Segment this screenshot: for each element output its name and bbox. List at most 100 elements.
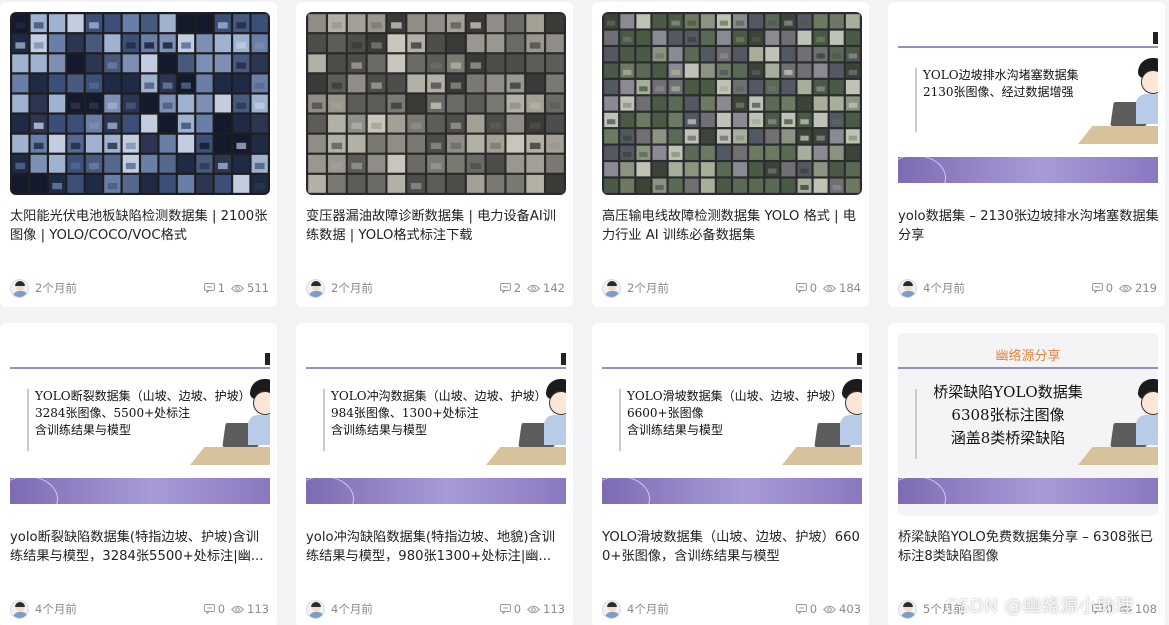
desk-illustration	[190, 447, 270, 465]
mosaic-tile-detail	[218, 162, 228, 170]
view-count: 184	[823, 281, 861, 295]
card-title[interactable]: 高压输电线故障检测数据集 YOLO 格式 | 电力行业 AI 训练必备数据集	[602, 207, 864, 245]
article-card[interactable]: YOLO滑坡数据集（山坡、边坡、护坡） 6600+张图像 含训练结果与模型 YO…	[592, 323, 869, 625]
mosaic-tile	[716, 162, 731, 177]
author-avatar[interactable]	[306, 278, 325, 298]
mosaic-tile-detail	[351, 22, 362, 29]
mosaic-tile	[636, 47, 651, 62]
mosaic-tile-detail	[848, 53, 858, 59]
mosaic-tile	[781, 30, 796, 45]
mosaic-tile-detail	[331, 162, 343, 170]
mosaic-tile	[829, 145, 844, 160]
card-title[interactable]: 桥梁缺陷YOLO免费数据集分享 – 6308张已标注8类缺陷图像	[898, 528, 1160, 566]
author-avatar[interactable]	[898, 278, 917, 298]
mosaic-tile	[765, 145, 780, 160]
mosaic-tile	[700, 145, 715, 160]
mosaic-tile-detail	[33, 22, 44, 29]
mosaic-tile-detail	[351, 162, 362, 170]
article-card[interactable]: 变压器漏油故障诊断数据集 | 电力设备AI训练数据 | YOLO格式标注下载 2…	[296, 2, 573, 307]
mosaic-tile	[407, 54, 425, 73]
article-card[interactable]: YOLO边坡排水沟堵塞数据集 2130张图像、经过数据增强 yolo数据集 – …	[888, 2, 1165, 307]
card-title[interactable]: YOLO滑坡数据集（山坡、边坡、护坡）6600+张图像，含训练结果与模型	[602, 528, 864, 566]
mosaic-tile	[407, 134, 425, 153]
mosaic-tile-detail	[450, 142, 462, 150]
mosaic-tile-detail	[671, 152, 680, 158]
author-avatar[interactable]	[306, 599, 325, 619]
mosaic-tile-detail	[33, 122, 44, 129]
mosaic-tile-detail	[510, 102, 521, 109]
author-avatar[interactable]	[898, 599, 917, 619]
mosaic-tile-detail	[490, 142, 501, 150]
article-card[interactable]: 幽络源分享 桥梁缺陷YOLO数据集 6308张标注图像 涵盖8类桥梁缺陷 桥梁缺…	[888, 323, 1165, 625]
article-card[interactable]: 太阳能光伏电池板缺陷检测数据集 | 2100张图像 | YOLO/COCO/VO…	[0, 2, 277, 307]
mosaic-tile	[684, 63, 699, 78]
mosaic-tile-detail	[832, 20, 841, 26]
card-thumbnail[interactable]: YOLO边坡排水沟堵塞数据集 2130张图像、经过数据增强	[898, 12, 1158, 195]
mosaic-tile-detail	[144, 82, 155, 89]
view-count-value: 511	[247, 281, 269, 295]
author-avatar[interactable]	[10, 278, 29, 298]
mosaic-tile	[546, 74, 564, 93]
card-title[interactable]: yolo断裂缺陷数据集(特指边坡、护坡)含训练结果与模型，3284张5500+处…	[10, 528, 272, 566]
mosaic-tile-detail	[331, 122, 343, 129]
desk-illustration	[782, 447, 862, 465]
mosaic-tile-detail	[752, 69, 761, 75]
article-card[interactable]: 高压输电线故障检测数据集 YOLO 格式 | 电力行业 AI 训练必备数据集 2…	[592, 2, 869, 307]
card-meta: 4个月前 0 219	[898, 278, 1157, 298]
card-title[interactable]: 太阳能光伏电池板缺陷检测数据集 | 2100张图像 | YOLO/COCO/VO…	[10, 207, 272, 245]
mosaic-tile-detail	[816, 37, 825, 43]
mosaic-tile-detail	[549, 142, 561, 150]
card-title[interactable]: 变压器漏油故障诊断数据集 | 电力设备AI训练数据 | YOLO格式标注下载	[306, 207, 568, 245]
mosaic-tile	[308, 54, 326, 73]
photo-mosaic	[604, 14, 860, 193]
mosaic-tile-detail	[254, 82, 265, 89]
slide-cover: YOLO冲沟数据集（山坡、边坡、护坡） 984张图像、1300+处标注 含训练结…	[306, 333, 566, 516]
mosaic-tile-detail	[687, 119, 696, 125]
person-illustration	[840, 379, 862, 445]
view-count-value: 113	[247, 602, 269, 616]
card-thumbnail[interactable]	[306, 12, 566, 195]
card-title[interactable]: yolo数据集 – 2130张边坡排水沟堵塞数据集分享	[898, 207, 1160, 245]
mosaic-tile-detail	[107, 102, 118, 109]
mosaic-tile	[233, 74, 250, 93]
mosaic-tile	[141, 174, 158, 193]
mosaic-tile	[813, 96, 828, 111]
mosaic-tile	[367, 174, 386, 193]
card-title[interactable]: yolo冲沟缺陷数据集(特指边坡、地貌)含训练结果与模型，980张1300+处标…	[306, 528, 568, 566]
card-thumbnail[interactable]	[602, 12, 862, 195]
article-grid: 太阳能光伏电池板缺陷检测数据集 | 2100张图像 | YOLO/COCO/VO…	[0, 0, 1169, 625]
card-thumbnail[interactable]	[10, 12, 270, 195]
card-meta: 4个月前 0 113	[10, 599, 269, 619]
mosaic-tile-detail	[450, 62, 462, 69]
mosaic-tile	[716, 178, 731, 193]
mosaic-tile-detail	[687, 20, 696, 26]
card-thumbnail[interactable]: YOLO滑坡数据集（山坡、边坡、护坡） 6600+张图像 含训练结果与模型	[602, 333, 862, 516]
view-count: 113	[527, 602, 565, 616]
comment-count: 0	[499, 602, 522, 616]
mosaic-tile-detail	[351, 122, 362, 129]
mosaic-tile	[447, 154, 465, 173]
comment-count-value: 0	[513, 602, 522, 616]
mosaic-tile	[407, 74, 425, 93]
author-avatar[interactable]	[602, 599, 621, 619]
mosaic-tile-detail	[199, 142, 210, 150]
mosaic-tile	[141, 94, 158, 113]
card-thumbnail[interactable]: 幽络源分享 桥梁缺陷YOLO数据集 6308张标注图像 涵盖8类桥梁缺陷	[898, 333, 1158, 516]
comment-count-value: 0	[1105, 281, 1114, 295]
mosaic-tile	[177, 174, 195, 193]
article-card[interactable]: YOLO断裂数据集（山坡、边坡、护坡） 3284张图像、5500+处标注 含训练…	[0, 323, 277, 625]
mosaic-tile	[466, 134, 485, 153]
mosaic-tile-detail	[816, 135, 825, 141]
card-thumbnail[interactable]: YOLO冲沟数据集（山坡、边坡、护坡） 984张图像、1300+处标注 含训练结…	[306, 333, 566, 516]
card-thumbnail[interactable]: YOLO断裂数据集（山坡、边坡、护坡） 3284张图像、5500+处标注 含训练…	[10, 333, 270, 516]
mosaic-tile	[159, 134, 176, 153]
article-card[interactable]: YOLO冲沟数据集（山坡、边坡、护坡） 984张图像、1300+处标注 含训练结…	[296, 323, 573, 625]
slide-line: YOLO冲沟数据集（山坡、边坡、护坡）	[331, 389, 547, 403]
mosaic-tile-detail	[800, 184, 809, 190]
mosaic-tile	[749, 178, 764, 193]
mosaic-tile-detail	[735, 86, 745, 92]
mosaic-tile-detail	[89, 22, 99, 29]
author-avatar[interactable]	[602, 278, 621, 298]
mosaic-tile-detail	[125, 162, 136, 170]
author-avatar[interactable]	[10, 599, 29, 619]
